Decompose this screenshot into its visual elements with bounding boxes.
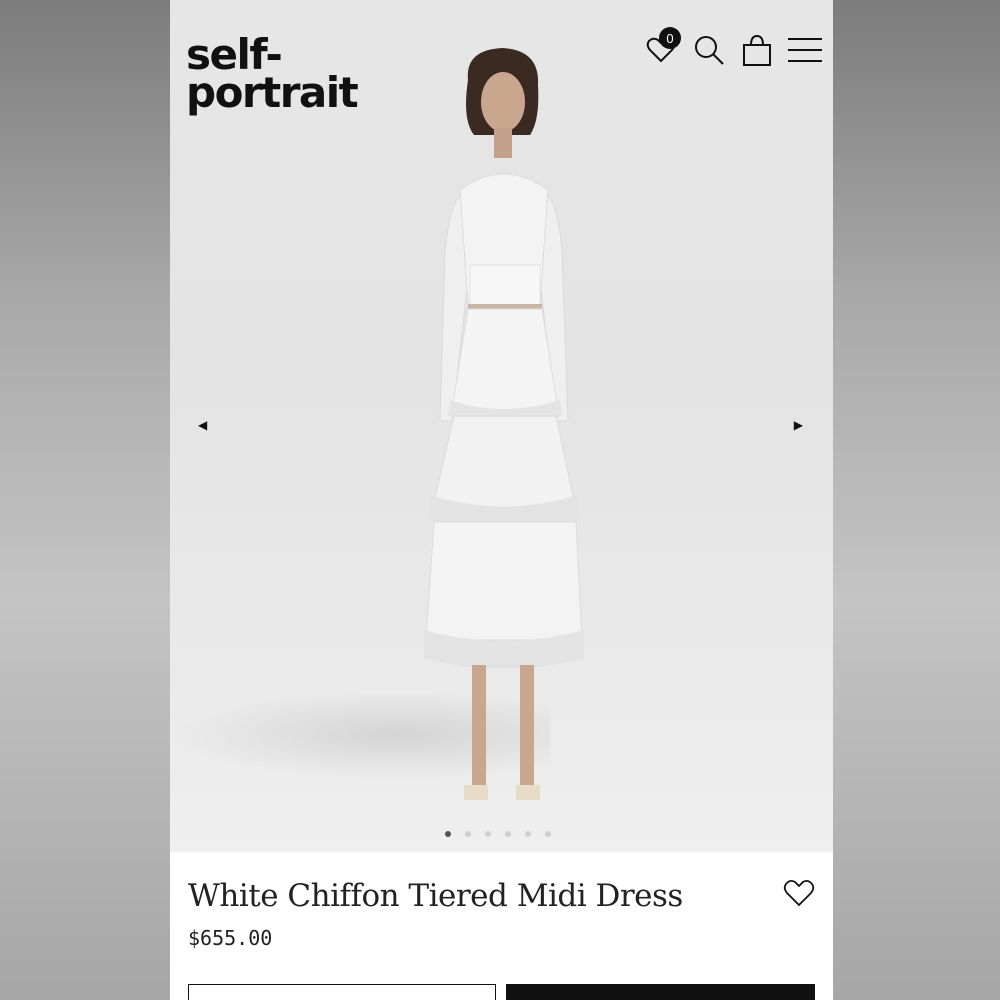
logo-line-2: portrait	[186, 68, 359, 117]
carousel-dot[interactable]	[545, 831, 551, 837]
header-actions: 0	[643, 27, 823, 70]
primary-action-button[interactable]	[506, 984, 815, 1000]
add-to-wishlist-button[interactable]	[783, 878, 815, 913]
carousel-dot[interactable]	[465, 831, 471, 837]
triangle-left-icon: ◀	[198, 418, 208, 432]
triangle-right-icon: ▶	[793, 418, 803, 432]
carousel-next-button[interactable]: ▶	[794, 418, 803, 432]
product-photo	[424, 48, 584, 800]
brand-logo[interactable]: self- portrait	[186, 34, 359, 117]
carousel-dot[interactable]	[505, 831, 511, 837]
product-image-carousel[interactable]: self- portrait 0 ◀ ▶	[170, 0, 833, 852]
bag-button[interactable]	[739, 30, 775, 70]
carousel-pagination	[445, 831, 551, 837]
menu-button[interactable]	[787, 30, 823, 70]
search-icon	[695, 36, 724, 65]
carousel-prev-button[interactable]: ◀	[198, 418, 207, 432]
blurred-background-right	[833, 0, 1000, 1000]
carousel-dot[interactable]	[445, 831, 451, 837]
secondary-action-button[interactable]	[188, 984, 496, 1000]
product-title: White Chiffon Tiered Midi Dress	[188, 878, 683, 914]
wishlist-button[interactable]: 0	[643, 27, 681, 70]
product-price: $655.00	[188, 926, 273, 950]
heart-outline-icon	[783, 879, 815, 907]
carousel-dot[interactable]	[525, 831, 531, 837]
menu-icon	[788, 38, 822, 62]
product-info: White Chiffon Tiered Midi Dress $655.00	[170, 852, 833, 1000]
search-button[interactable]	[691, 30, 727, 70]
wishlist-count-badge: 0	[659, 27, 681, 49]
mobile-screen: self- portrait 0 ◀ ▶ White Chiffon Tiere…	[170, 0, 833, 1000]
carousel-dot[interactable]	[485, 831, 491, 837]
blurred-background-left	[0, 0, 170, 1000]
bag-icon	[743, 34, 771, 66]
